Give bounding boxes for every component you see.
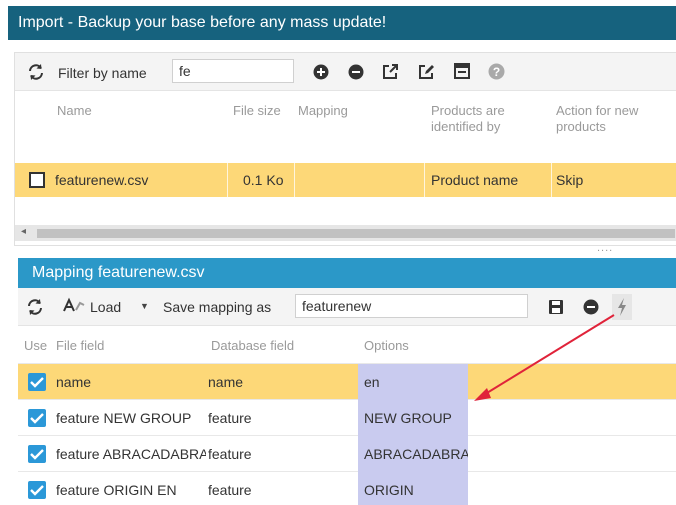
filter-by-name-label: Filter by name (58, 65, 147, 81)
use-checkbox[interactable] (28, 445, 46, 463)
load-button[interactable]: Load (90, 299, 121, 315)
column-action-line1: Action for new (556, 103, 639, 118)
database-field: name (208, 374, 244, 390)
use-checkbox[interactable] (28, 481, 46, 499)
table-row[interactable]: feature ABRACADABRA feature ABRACADABRA (18, 436, 676, 472)
refresh-icon[interactable] (27, 63, 45, 86)
lightning-icon[interactable] (612, 294, 632, 320)
options-cell[interactable]: ORIGIN (358, 472, 468, 505)
options-cell[interactable]: ABRACADABRA (358, 436, 468, 472)
file-name: featurenew.csv (55, 172, 149, 188)
load-icon[interactable] (60, 297, 86, 320)
import-panel-title: Import - Backup your base before any mas… (8, 6, 676, 40)
database-field: feature (208, 446, 252, 462)
file-field: name (56, 374, 92, 390)
column-options: Options (364, 338, 409, 353)
panel-resize-handle[interactable]: .... (597, 242, 613, 254)
minus-circle-icon[interactable] (348, 64, 364, 85)
import-toolbar: Filter by name ? (15, 53, 676, 91)
scrollbar-thumb[interactable] (37, 229, 675, 238)
help-icon[interactable]: ? (488, 63, 505, 85)
file-field: feature ABRACADABRA (56, 446, 206, 462)
column-identified-by-line1: Products are (431, 103, 505, 118)
table-row[interactable]: name name en (18, 364, 676, 400)
file-field: feature NEW GROUP (56, 410, 192, 426)
import-panel: Filter by name ? Name File size Mapping … (14, 52, 676, 246)
edit-icon[interactable] (418, 63, 435, 85)
column-file-field: File field (56, 338, 105, 353)
chevron-down-icon[interactable]: ▼ (140, 301, 149, 311)
column-database-field: Database field (211, 338, 295, 353)
mapping-grid-header: Use File field Database field Options (18, 326, 676, 364)
filter-input[interactable] (172, 59, 294, 83)
refresh-icon[interactable] (26, 298, 44, 321)
table-row[interactable]: featurenew.csv 0.1 Ko Product name Skip (15, 163, 676, 197)
database-field: feature (208, 482, 252, 498)
row-checkbox[interactable] (29, 172, 45, 188)
save-mapping-as-label: Save mapping as (163, 299, 272, 315)
action-for-new: Skip (556, 172, 584, 188)
mapping-grid: Use File field Database field Options na… (18, 326, 676, 505)
table-row[interactable]: feature ORIGIN EN feature ORIGIN (18, 472, 676, 505)
external-link-icon[interactable] (382, 63, 399, 85)
use-checkbox[interactable] (28, 409, 46, 427)
column-file-size: File size (233, 103, 281, 118)
mapping-toolbar: Load ▼ Save mapping as (18, 288, 676, 326)
column-use: Use (24, 338, 48, 353)
column-identified-by-line2: identified by (431, 119, 501, 134)
window-icon[interactable] (454, 63, 470, 84)
import-grid-header: Name File size Mapping Products are iden… (15, 91, 676, 163)
scroll-left-arrow-icon[interactable]: ◂ (21, 226, 26, 237)
database-field: feature (208, 410, 252, 426)
mapping-name-input[interactable] (295, 294, 528, 318)
options-cell[interactable]: en (358, 364, 468, 400)
file-field: feature ORIGIN EN (56, 482, 177, 498)
identified-by: Product name (431, 172, 519, 188)
use-checkbox[interactable] (28, 373, 46, 391)
column-action-line2: products (556, 119, 606, 134)
table-row[interactable]: feature NEW GROUP feature NEW GROUP (18, 400, 676, 436)
mapping-panel-title: Mapping featurenew.csv (18, 258, 676, 288)
plus-circle-icon[interactable] (313, 64, 329, 85)
file-size: 0.1 Ko (243, 172, 284, 188)
column-name: Name (57, 103, 92, 118)
options-cell[interactable]: NEW GROUP (358, 400, 468, 436)
column-mapping: Mapping (298, 103, 348, 118)
svg-text:?: ? (493, 65, 500, 79)
minus-circle-icon[interactable] (583, 299, 599, 320)
horizontal-scrollbar[interactable]: ◂ (15, 225, 676, 241)
floppy-disk-icon[interactable] (548, 299, 564, 320)
